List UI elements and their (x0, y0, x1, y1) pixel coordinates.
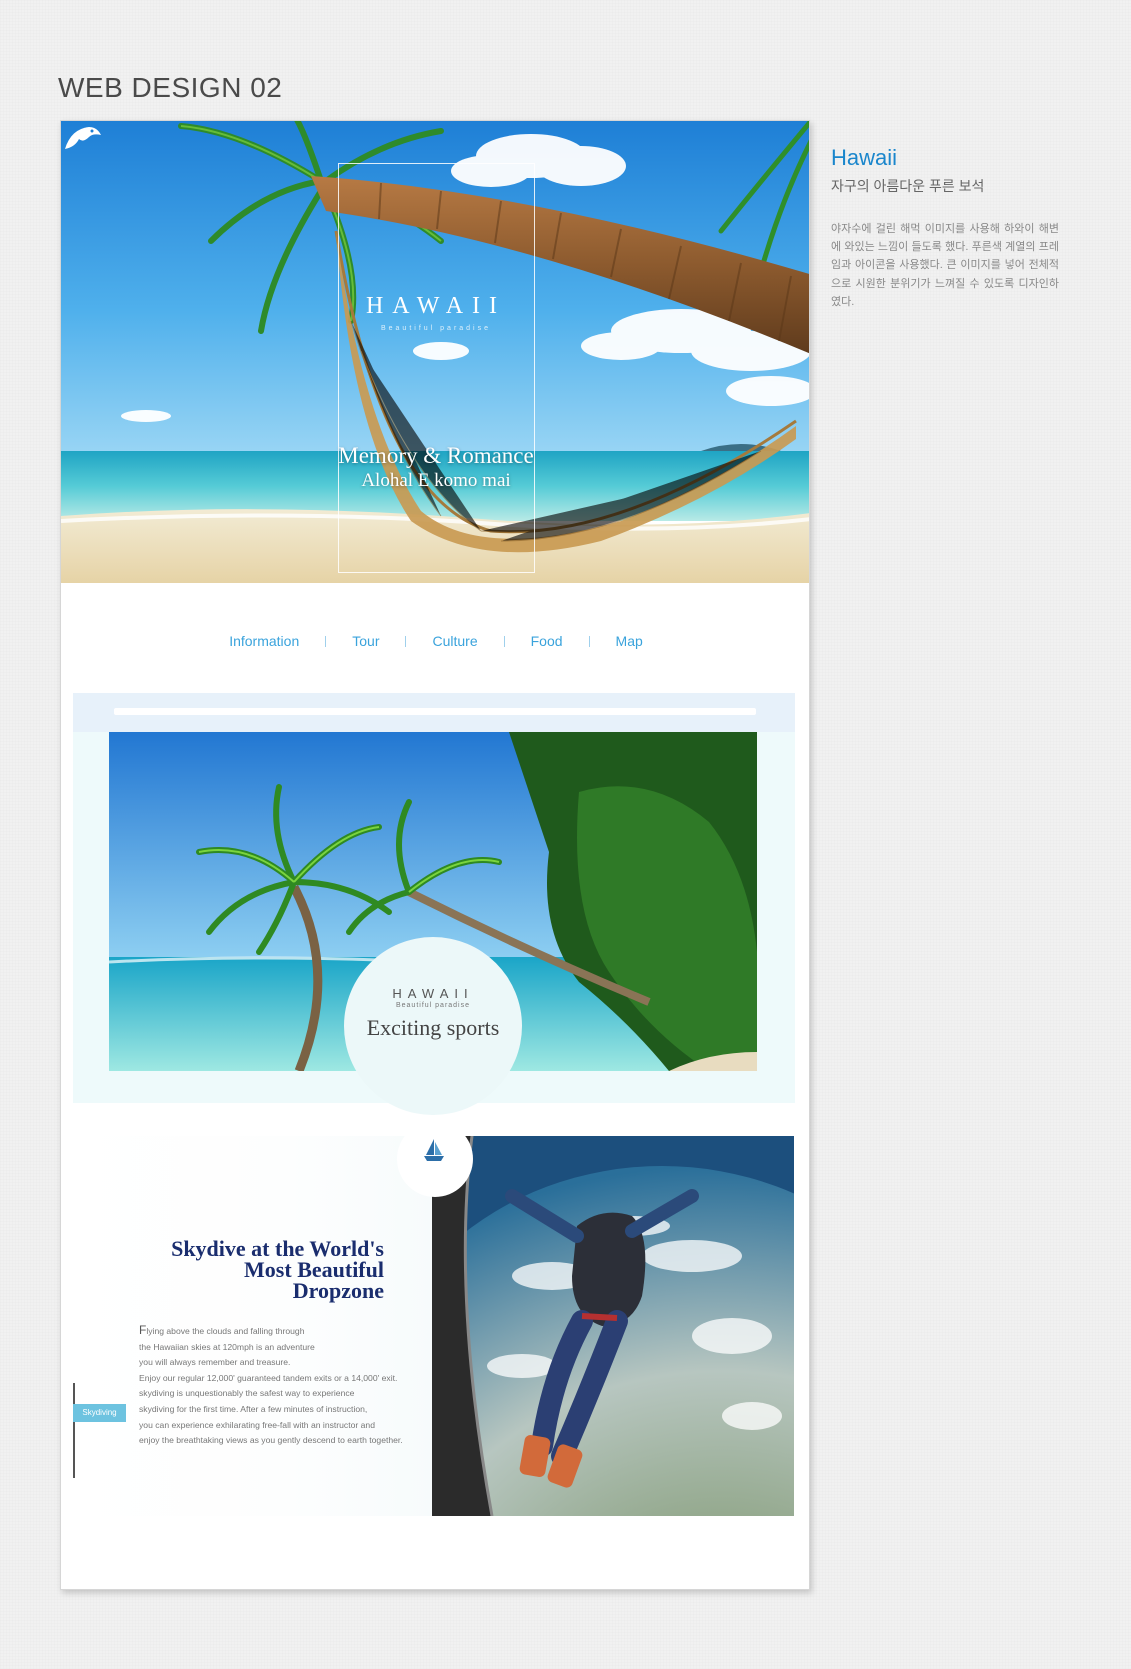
hero-tagline-2: Alohal E komo mai (361, 470, 511, 491)
hero-tagline-1: Memory & Romance (338, 443, 534, 468)
hero-brand-sub: Beautiful paradise (380, 325, 492, 332)
skydive-heading-line: Most Beautiful (244, 1257, 384, 1282)
feature-brand: HAWAII (392, 986, 474, 1001)
skydive-heading: Skydive at the World's Most Beautiful Dr… (121, 1236, 384, 1303)
skydive-body-line: lying above the clouds and falling throu… (146, 1326, 305, 1336)
hero-banner: HAWAII Beautiful paradise Memory & Roman… (61, 121, 809, 583)
skydive-body-line: skydiving is unquestionably the safest w… (139, 1388, 355, 1399)
nav-item-information[interactable]: Information (203, 633, 325, 649)
skydive-body-line: you will always remember and treasure. (139, 1357, 291, 1368)
skydive-body-line: skydiving for the first time. After a fe… (139, 1403, 368, 1414)
skydiving-badge[interactable]: Skydiving (73, 1404, 126, 1422)
description-body: 야자수에 걸린 해먹 이미지를 사용해 하와이 해변에 와있는 느낌이 들도록 … (831, 223, 1059, 308)
skydive-body-line: you can experience exhilarating free-fal… (139, 1419, 375, 1430)
nav-item-map[interactable]: Map (590, 633, 669, 649)
feature-bar (114, 708, 756, 715)
skydive-body: Flying above the clouds and falling thro… (139, 1323, 429, 1449)
nav-item-food[interactable]: Food (505, 633, 589, 649)
skydive-photo (432, 1136, 794, 1516)
skydive-body-line: enjoy the breathtaking views as you gent… (139, 1435, 403, 1446)
bird-icon (65, 127, 101, 149)
nav-item-tour[interactable]: Tour (326, 633, 405, 649)
skydive-heading-line: Skydive at the World's (171, 1236, 384, 1261)
skydive-heading-line: Dropzone (292, 1278, 384, 1303)
sailboat-icon (424, 1139, 444, 1161)
hero-frame (338, 163, 535, 573)
skydive-side-rule (73, 1383, 75, 1478)
skydive-body-line: Enjoy our regular 12,000' guaranteed tan… (139, 1372, 398, 1383)
page-heading: WEB DESIGN 02 (58, 72, 283, 103)
nav-item-culture[interactable]: Culture (406, 633, 503, 649)
description-subtitle: 자구의 아름다운 푸른 보석 (831, 178, 985, 194)
hero-brand: HAWAII (365, 293, 507, 319)
skydive-body-line: the Hawaiian skies at 120mph is an adven… (139, 1341, 315, 1352)
feature-caption: Exciting sports (366, 1015, 500, 1040)
main-nav: Information Tour Culture Food Map (61, 626, 809, 656)
feature-brand-sub: Beautiful paradise (395, 1002, 471, 1009)
website-mockup: HAWAII Beautiful paradise Memory & Roman… (60, 120, 810, 1590)
description-title: Hawaii (831, 145, 898, 170)
